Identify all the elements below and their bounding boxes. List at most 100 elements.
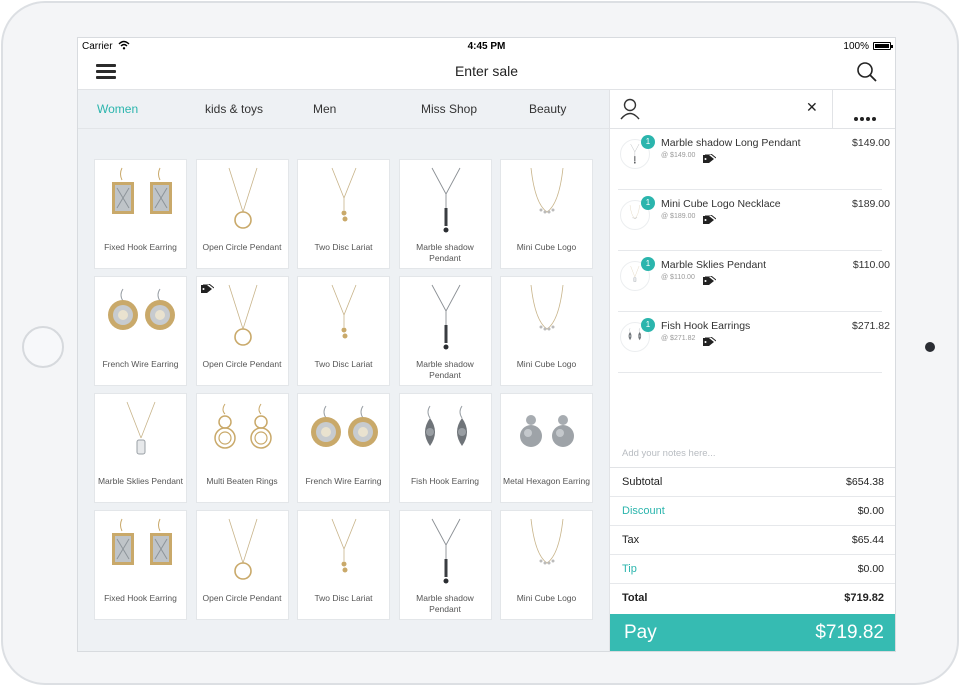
line-item-price: $189.00 (852, 198, 890, 210)
product-tile[interactable]: Marble shadow Pendant (398, 276, 492, 386)
product-image (431, 167, 460, 233)
product-image (331, 167, 357, 222)
product-name: Marble shadow Pendant (416, 359, 474, 380)
product-image (530, 167, 564, 214)
product-name: French Wire Earring (305, 476, 382, 486)
discount-value: $0.00 (857, 505, 884, 517)
category-tab[interactable]: Miss Shop (421, 102, 477, 116)
quantity-badge: 1 (641, 257, 655, 271)
product-tile[interactable]: Metal Hexagon Earring (500, 393, 593, 503)
line-item-name: Mini Cube Logo Necklace (661, 198, 781, 210)
product-pane: Women kids & toys Men Miss Shop Beauty Fixed… (78, 90, 609, 651)
notes-field[interactable]: Add your notes here... (622, 448, 715, 459)
status-bar: Carrier 4:45 PM 100% (78, 38, 895, 54)
product-tile[interactable]: Open Circle Pendant (195, 510, 289, 620)
subtotal-value: $654.38 (846, 476, 884, 488)
product-name: Marble shadow Pendant (416, 593, 474, 614)
discount-link[interactable]: Discount (622, 505, 665, 517)
product-tile[interactable]: Mini Cube Logo (500, 510, 593, 620)
product-tile[interactable]: Two Disc Lariat (297, 510, 390, 620)
product-name: Fixed Hook Earring (104, 593, 177, 603)
product-tile[interactable]: Fixed Hook Earring (94, 159, 187, 269)
product-name: Marble shadow Pendant (416, 242, 474, 263)
product-name: Metal Hexagon Earring (503, 476, 590, 486)
product-tile[interactable]: French Wire Earring (94, 276, 187, 386)
order-summary: Subtotal $654.38 Discount $0.00 Tax $65.… (610, 467, 895, 613)
product-image (213, 403, 272, 449)
tip-value: $0.00 (857, 563, 884, 575)
product-tile[interactable]: Open Circle Pendant (195, 276, 289, 386)
nav-bar: Enter sale (78, 54, 895, 90)
product-tile[interactable]: Marble shadow Pendant (398, 159, 492, 269)
tip-row[interactable]: Tip $0.00 (610, 555, 895, 584)
clear-customer-icon[interactable]: ✕ (806, 99, 818, 116)
product-name: Open Circle Pendant (202, 593, 282, 603)
page-title: Enter sale (454, 63, 519, 79)
product-name: French Wire Earring (102, 359, 179, 369)
product-name: Open Circle Pendant (202, 242, 282, 252)
subtotal-label: Subtotal (622, 476, 663, 488)
product-tile[interactable]: Mini Cube Logo (500, 276, 593, 386)
cart-line-item[interactable]: 1 Mini Cube Logo Necklace @ $189.00 $189… (618, 190, 890, 251)
cart-line-item[interactable]: 1 Fish Hook Earrings @ $271.82 $271.82 (618, 312, 890, 373)
product-tile[interactable]: Marble shadow Pendant (398, 510, 492, 620)
more-dots-icon (854, 108, 878, 126)
category-tab[interactable]: Women (97, 102, 138, 116)
product-name: Fixed Hook Earring (104, 242, 177, 252)
quantity-badge: 1 (641, 196, 655, 210)
quantity-badge: 1 (641, 318, 655, 332)
line-item-unit-price: @ $149.00 (661, 152, 696, 159)
cart-line-item[interactable]: 1 Marble Sklies Pendant @ $110.00 $110.0… (618, 251, 890, 312)
search-icon[interactable] (855, 60, 879, 84)
product-image (530, 518, 564, 565)
line-item-price: $271.82 (852, 320, 890, 332)
product-name: Fish Hook Earring (410, 476, 480, 486)
subtotal-row: Subtotal $654.38 (610, 468, 895, 497)
product-image (311, 405, 378, 447)
pay-amount: $719.82 (815, 622, 884, 643)
line-item-unit-price: @ $271.82 (661, 335, 696, 342)
category-tab[interactable]: kids & toys (205, 102, 263, 116)
total-label: Total (622, 592, 648, 604)
tax-value: $65.44 (851, 534, 884, 546)
tip-link[interactable]: Tip (622, 563, 637, 575)
product-tile[interactable]: French Wire Earring (297, 393, 390, 503)
product-tile[interactable]: Fish Hook Earring (398, 393, 492, 503)
product-name: Mini Cube Logo (516, 593, 577, 603)
line-item-unit-price: @ $189.00 (661, 213, 696, 220)
product-image (424, 405, 467, 446)
product-tile[interactable]: Mini Cube Logo (500, 159, 593, 269)
product-image (108, 288, 175, 330)
product-tile[interactable]: Open Circle Pendant (195, 159, 289, 269)
battery-icon (873, 42, 893, 50)
more-options-button[interactable] (832, 90, 895, 129)
price-tag-icon (702, 151, 717, 163)
price-tag-icon (200, 281, 214, 293)
line-item-name: Marble Sklies Pendant (661, 259, 767, 271)
customer-bar: ✕ (610, 90, 895, 129)
product-tile[interactable]: Multi Beaten Rings (195, 393, 289, 503)
product-tile[interactable]: Fixed Hook Earring (94, 510, 187, 620)
discount-row[interactable]: Discount $0.00 (610, 497, 895, 526)
category-tab[interactable]: Men (313, 102, 336, 116)
product-name: Two Disc Lariat (314, 359, 373, 369)
product-image (520, 415, 574, 447)
tax-row: Tax $65.44 (610, 526, 895, 555)
line-item-name: Fish Hook Earrings (661, 320, 751, 332)
product-image (431, 284, 460, 350)
user-icon[interactable] (620, 98, 640, 120)
product-name: Two Disc Lariat (314, 593, 373, 603)
cart-line-item[interactable]: 1 Marble shadow Long Pendant @ $149.00 $… (618, 129, 890, 190)
pay-label: Pay (624, 622, 657, 643)
home-button[interactable] (22, 326, 64, 368)
category-tab[interactable]: Beauty (529, 102, 566, 116)
product-image (530, 284, 564, 331)
tax-label: Tax (622, 534, 640, 546)
pay-button[interactable]: Pay $719.82 (610, 614, 895, 651)
product-tile[interactable]: Two Disc Lariat (297, 159, 390, 269)
product-tile[interactable]: Two Disc Lariat (297, 276, 390, 386)
product-name: Open Circle Pendant (202, 359, 282, 369)
product-tile[interactable]: Marble Sklies Pendant (94, 393, 187, 503)
line-item-price: $149.00 (852, 137, 890, 149)
product-image (331, 518, 357, 573)
